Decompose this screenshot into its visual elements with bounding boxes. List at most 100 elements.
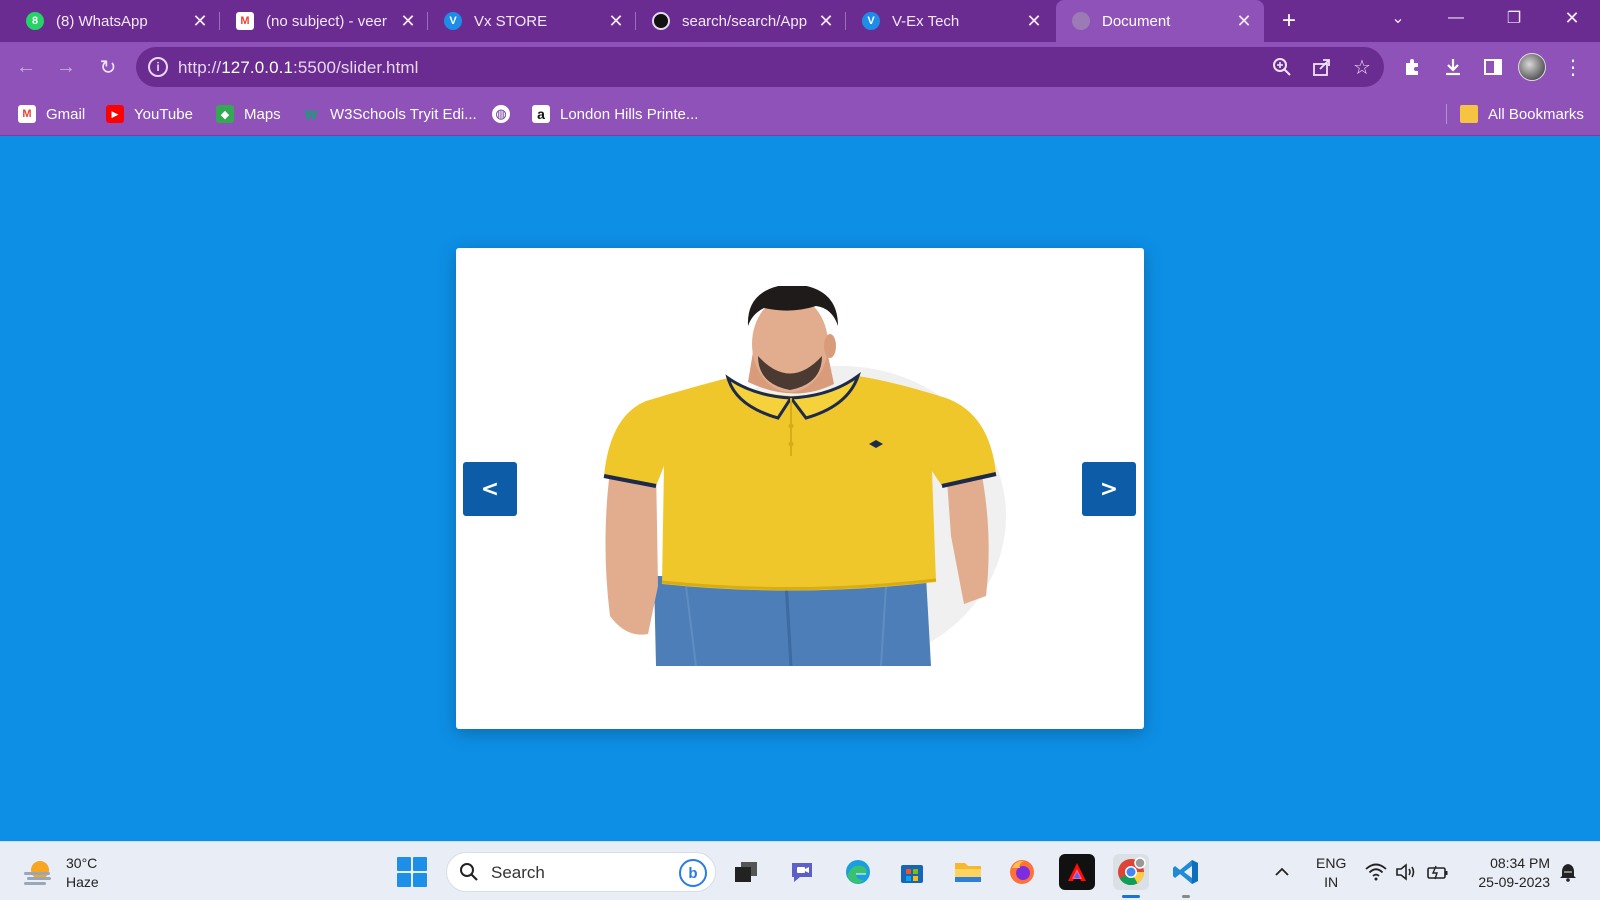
maps-icon: ◆ bbox=[216, 105, 234, 123]
chrome-active-indicator bbox=[1122, 895, 1140, 898]
slider-card: < > bbox=[456, 248, 1144, 729]
prev-slide-button[interactable]: < bbox=[463, 462, 517, 516]
product-image bbox=[603, 286, 1006, 666]
close-icon[interactable]: ✕ bbox=[1234, 11, 1254, 31]
globe-icon: ◍ bbox=[492, 105, 510, 123]
bookmark-globe[interactable]: ◍ bbox=[492, 104, 520, 124]
bookmark-london-hills[interactable]: a London Hills Printe... bbox=[532, 104, 698, 124]
url-text[interactable]: http://127.0.0.1:5500/slider.html bbox=[178, 58, 419, 78]
bookmark-star-icon[interactable]: ☆ bbox=[1350, 55, 1374, 79]
close-icon[interactable]: ✕ bbox=[606, 11, 626, 31]
share-icon[interactable] bbox=[1310, 55, 1334, 79]
download-icon[interactable] bbox=[1438, 52, 1468, 82]
browser-toolbar: ← → ↻ i http://127.0.0.1:5500/slider.htm… bbox=[0, 42, 1600, 92]
tab-gmail[interactable]: M (no subject) - veer ✕ bbox=[220, 0, 428, 42]
minimize-button[interactable]: — bbox=[1432, 0, 1480, 36]
taskbar: 30°C Haze Search b ENG IN 08:34 PM 25-09… bbox=[0, 841, 1600, 900]
bing-icon[interactable]: b bbox=[679, 859, 707, 887]
tab-search-chevron-icon[interactable]: ⌄ bbox=[1374, 0, 1422, 36]
bookmarks-bar: M Gmail ▶ YouTube ◆ Maps W W3Schools Try… bbox=[0, 92, 1600, 136]
tab-title: (no subject) - veer bbox=[266, 12, 387, 30]
tab-title: Vx STORE bbox=[474, 12, 548, 30]
chevron-up-icon[interactable] bbox=[1270, 860, 1294, 884]
file-explorer-icon[interactable] bbox=[950, 854, 986, 890]
amazon-icon: a bbox=[532, 105, 550, 123]
new-tab-button[interactable]: + bbox=[1276, 7, 1302, 34]
close-icon[interactable]: ✕ bbox=[398, 11, 418, 31]
url-path: :5500/slider.html bbox=[293, 58, 419, 77]
youtube-icon: ▶ bbox=[106, 105, 124, 123]
w3schools-icon: W bbox=[304, 106, 318, 122]
extensions-icon[interactable] bbox=[1398, 52, 1428, 82]
system-clock[interactable]: 08:34 PM 25-09-2023 bbox=[1462, 854, 1550, 892]
vscode-icon[interactable] bbox=[1168, 854, 1204, 890]
battery-icon[interactable] bbox=[1426, 860, 1450, 884]
haze-weather-icon bbox=[22, 858, 56, 888]
tab-strip: 8 (8) WhatsApp ✕ M (no subject) - veer ✕… bbox=[0, 0, 1600, 42]
language-indicator[interactable]: ENG IN bbox=[1316, 854, 1346, 892]
next-slide-button[interactable]: > bbox=[1082, 462, 1136, 516]
menu-kebab-icon[interactable]: ⋮ bbox=[1558, 52, 1588, 82]
folder-icon bbox=[1460, 105, 1478, 123]
close-icon[interactable]: ✕ bbox=[190, 11, 210, 31]
weather-temp: 30°C bbox=[66, 855, 98, 871]
side-panel-icon[interactable] bbox=[1478, 52, 1508, 82]
close-icon[interactable]: ✕ bbox=[816, 11, 836, 31]
tab-vex-tech[interactable]: V V-Ex Tech ✕ bbox=[846, 0, 1054, 42]
site-info-icon[interactable]: i bbox=[148, 57, 168, 77]
all-bookmarks-label: All Bookmarks bbox=[1488, 105, 1584, 123]
bookmark-maps[interactable]: ◆ Maps bbox=[216, 104, 281, 124]
github-icon bbox=[652, 12, 670, 30]
reload-button[interactable]: ↻ bbox=[92, 51, 124, 83]
bookmark-label: London Hills Printe... bbox=[560, 105, 699, 123]
search-placeholder: Search bbox=[491, 863, 545, 882]
firefox-icon[interactable] bbox=[1004, 854, 1040, 890]
vx-icon: V bbox=[444, 12, 462, 30]
bookmark-label: Maps bbox=[244, 105, 281, 123]
profile-avatar[interactable] bbox=[1518, 53, 1546, 81]
globe-icon bbox=[1072, 12, 1090, 30]
bookmark-label: YouTube bbox=[134, 105, 193, 123]
tab-title: (8) WhatsApp bbox=[56, 12, 148, 30]
bookmark-label: W3Schools Tryit Edi... bbox=[330, 105, 477, 123]
vx-icon: V bbox=[862, 12, 880, 30]
back-button[interactable]: ← bbox=[10, 51, 42, 83]
gmail-icon: M bbox=[236, 12, 254, 30]
vscode-open-indicator bbox=[1182, 895, 1190, 898]
whatsapp-icon: 8 bbox=[26, 12, 44, 30]
bookmark-gmail[interactable]: M Gmail bbox=[18, 104, 85, 124]
tab-title: search/search/App bbox=[682, 12, 808, 30]
clock-date: 25-09-2023 bbox=[1478, 874, 1550, 890]
edge-icon[interactable] bbox=[840, 854, 876, 890]
bookmark-w3schools[interactable]: W W3Schools Tryit Edi... bbox=[302, 104, 477, 124]
tab-vx-store[interactable]: V Vx STORE ✕ bbox=[428, 0, 636, 42]
chrome-icon[interactable] bbox=[1113, 854, 1149, 890]
tab-github[interactable]: search/search/App ✕ bbox=[636, 0, 846, 42]
bookmark-label: Gmail bbox=[46, 105, 86, 123]
close-window-button[interactable]: ✕ bbox=[1548, 0, 1596, 36]
tab-document[interactable]: Document ✕ bbox=[1056, 0, 1264, 42]
gmail-icon: M bbox=[18, 105, 36, 123]
bookmarks-divider bbox=[1446, 104, 1447, 124]
teams-chat-icon[interactable] bbox=[784, 854, 820, 890]
bookmark-youtube[interactable]: ▶ YouTube bbox=[106, 104, 193, 124]
weather-widget[interactable]: 30°C Haze bbox=[22, 854, 99, 892]
adobe-acrobat-icon[interactable] bbox=[1059, 854, 1095, 890]
close-icon[interactable]: ✕ bbox=[1024, 11, 1044, 31]
all-bookmarks-button[interactable]: All Bookmarks bbox=[1460, 104, 1584, 124]
notification-bell-icon[interactable] bbox=[1556, 860, 1580, 884]
windows-start-icon[interactable] bbox=[397, 857, 427, 887]
restore-button[interactable]: ❐ bbox=[1490, 0, 1538, 36]
tab-whatsapp[interactable]: 8 (8) WhatsApp ✕ bbox=[10, 0, 220, 42]
task-view-icon[interactable] bbox=[728, 854, 764, 890]
wifi-icon[interactable] bbox=[1364, 860, 1388, 884]
microsoft-store-icon[interactable] bbox=[894, 854, 930, 890]
lang-code: ENG bbox=[1316, 855, 1347, 871]
taskbar-search[interactable]: Search b bbox=[446, 852, 716, 892]
volume-icon[interactable] bbox=[1394, 860, 1418, 884]
weather-desc: Haze bbox=[66, 874, 99, 890]
forward-button[interactable]: → bbox=[50, 51, 82, 83]
zoom-icon[interactable] bbox=[1270, 55, 1294, 79]
search-icon bbox=[460, 863, 478, 881]
address-bar[interactable]: i http://127.0.0.1:5500/slider.html ☆ bbox=[136, 47, 1384, 87]
